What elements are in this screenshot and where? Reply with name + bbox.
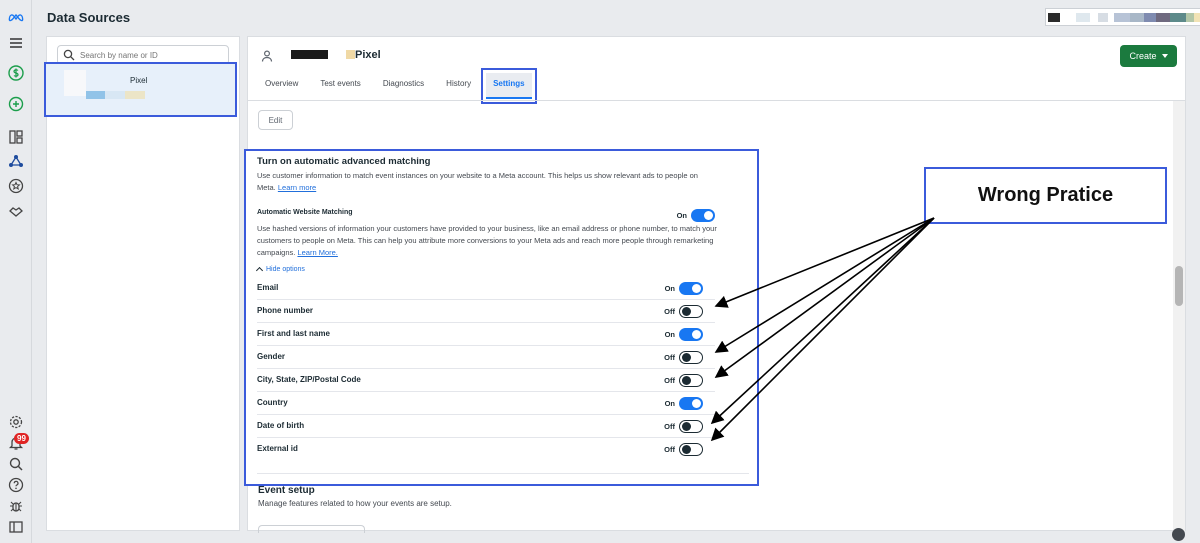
help-corner-icon[interactable]	[1172, 528, 1185, 541]
toggle-state-label: On	[676, 211, 687, 220]
phone-number-toggle[interactable]	[679, 305, 703, 318]
star-icon[interactable]	[7, 177, 25, 195]
list-item-label: Pixel	[130, 76, 148, 85]
hide-options-link[interactable]: Hide options	[255, 265, 305, 275]
matching-row-city-state-zip: City, State, ZIP/Postal Code Off	[257, 369, 715, 392]
gender-toggle[interactable]	[679, 351, 703, 364]
partner-icon[interactable]	[7, 202, 25, 220]
search-icon[interactable]	[7, 455, 25, 473]
tab-settings[interactable]: Settings	[481, 68, 537, 104]
page-title: Data Sources	[47, 10, 131, 25]
date-of-birth-toggle[interactable]	[679, 420, 703, 433]
name-toggle[interactable]	[679, 328, 703, 341]
learn-more-link[interactable]: Learn more	[278, 183, 316, 192]
create-button-label: Create	[1129, 51, 1157, 61]
list-item[interactable]: Pixel	[44, 62, 237, 117]
events-manager-icon[interactable]	[7, 152, 25, 170]
panel-icon[interactable]	[7, 518, 25, 536]
pixel-thumbnail	[64, 70, 86, 96]
tab-history[interactable]: History	[439, 73, 478, 99]
search-icon	[63, 49, 75, 61]
redacted-id	[291, 50, 328, 59]
tab-overview[interactable]: Overview	[258, 73, 305, 99]
matching-row-external-id: External id Off	[257, 438, 715, 461]
awm-title: Automatic Website Matching	[257, 209, 353, 216]
account-selector[interactable]	[1045, 8, 1200, 26]
event-setup-description: Manage features related to how your even…	[258, 499, 452, 508]
search-field[interactable]	[57, 45, 229, 65]
dataset-name: Pixel	[355, 49, 381, 61]
data-source-list: Pixel	[44, 36, 240, 531]
notification-count-badge: 99	[14, 433, 29, 444]
awm-learn-more-link[interactable]: Learn More.	[297, 248, 337, 257]
pixel-color-mark	[346, 50, 355, 59]
country-toggle[interactable]	[679, 397, 703, 410]
chevron-up-icon	[255, 266, 264, 275]
annotation-callout: Wrong Pratice	[924, 167, 1167, 224]
person-icon	[261, 50, 273, 62]
matching-row-phone-number: Phone number Off	[257, 300, 715, 323]
top-header: Data Sources	[33, 0, 1200, 36]
event-setup-title: Event setup	[258, 485, 315, 496]
dollar-icon[interactable]	[7, 64, 25, 82]
nav-rail: 99	[0, 0, 32, 543]
external-id-toggle[interactable]	[679, 443, 703, 456]
create-button[interactable]: Create	[1120, 45, 1177, 67]
search-input[interactable]	[80, 47, 225, 63]
tab-test-events[interactable]: Test events	[313, 73, 367, 99]
matching-description: Use customer information to match event …	[257, 171, 698, 192]
matching-row-gender: Gender Off	[257, 346, 715, 369]
awm-toggle-group: On	[673, 209, 715, 222]
edit-button[interactable]: Edit	[258, 110, 293, 130]
divider	[257, 473, 749, 474]
annotation-text: Wrong Pratice	[977, 184, 1114, 206]
event-setup-button[interactable]	[258, 525, 365, 533]
scrollbar[interactable]	[1173, 101, 1185, 531]
meta-logo-icon[interactable]	[7, 8, 25, 26]
help-icon[interactable]	[7, 476, 25, 494]
advanced-matching-card: Turn on automatic advanced matching Use …	[244, 149, 759, 486]
matching-title: Turn on automatic advanced matching	[257, 156, 431, 167]
matching-row-name: First and last name On	[257, 323, 715, 346]
tab-diagnostics[interactable]: Diagnostics	[376, 73, 431, 99]
awm-description: Use hashed versions of information your …	[257, 224, 717, 257]
add-icon[interactable]	[7, 95, 25, 113]
settings-icon[interactable]	[7, 413, 25, 431]
city-state-zip-toggle[interactable]	[679, 374, 703, 387]
matching-row-date-of-birth: Date of birth Off	[257, 415, 715, 438]
email-toggle[interactable]	[679, 282, 703, 295]
divider	[248, 100, 1185, 101]
menu-icon[interactable]	[7, 34, 25, 52]
matching-row-country: Country On	[257, 392, 715, 415]
awm-toggle[interactable]	[691, 209, 715, 222]
tab-bar: Overview Test events Diagnostics History…	[258, 68, 540, 104]
grid-icon[interactable]	[7, 128, 25, 146]
caret-down-icon	[1161, 54, 1168, 58]
bug-icon[interactable]	[7, 497, 25, 515]
scrollbar-thumb[interactable]	[1175, 266, 1183, 306]
matching-row-email: Email On	[257, 277, 715, 300]
